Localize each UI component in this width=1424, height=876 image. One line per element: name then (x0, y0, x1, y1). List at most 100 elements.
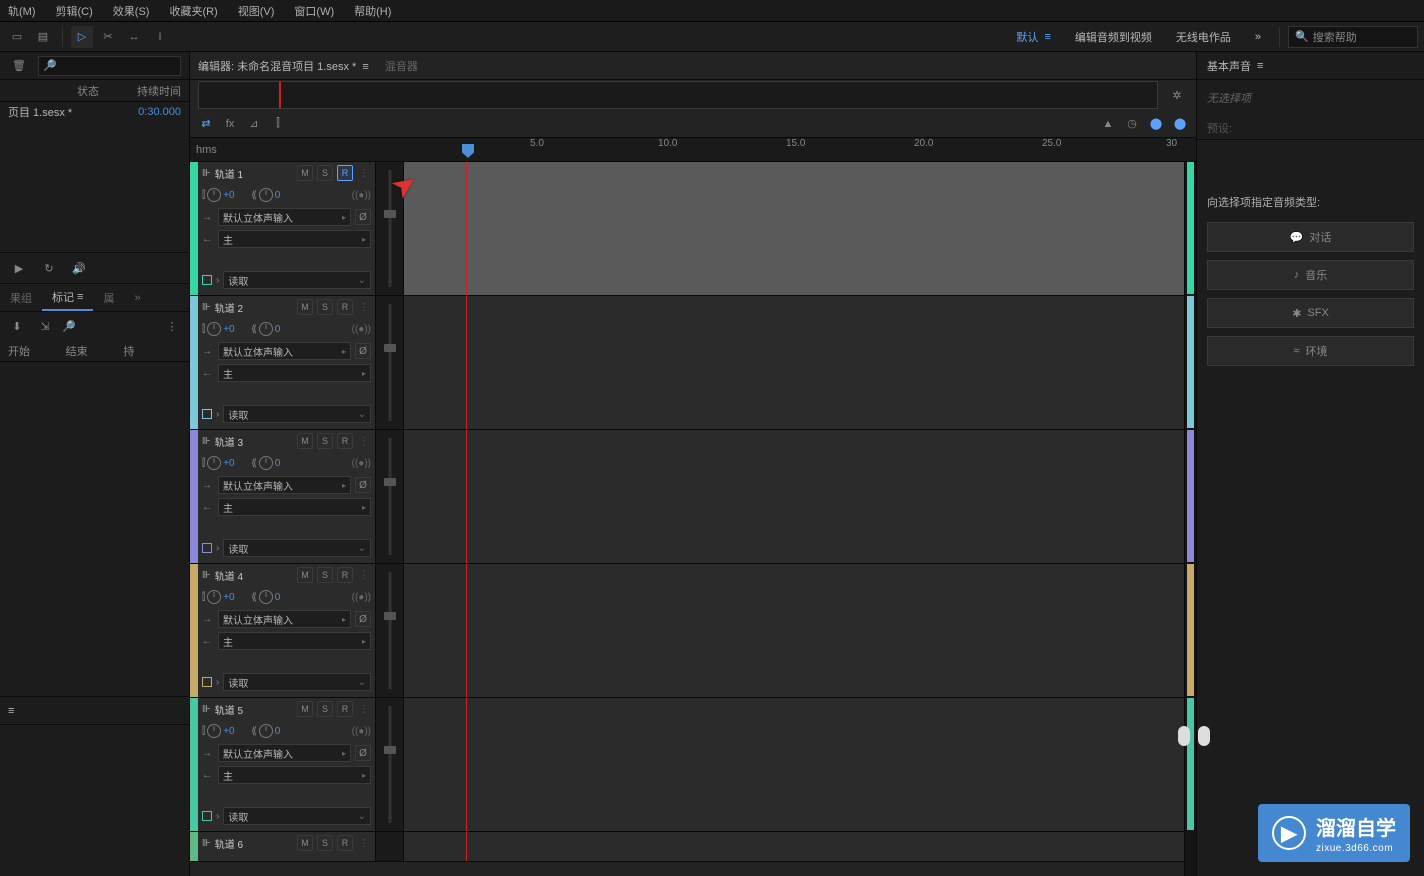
time-select-tool-button[interactable]: I (149, 26, 171, 48)
dialogue-button[interactable]: 💬对话 (1207, 222, 1414, 252)
add-marker-button[interactable]: ⬇ (6, 315, 28, 337)
track-lane[interactable] (404, 430, 1184, 563)
ruler-unit-label[interactable]: hms (196, 144, 217, 156)
playhead-handle[interactable] (462, 144, 474, 158)
fx-button[interactable]: fx (220, 114, 240, 134)
track-lane[interactable] (404, 832, 1184, 861)
monitor-button[interactable]: ((●)) (352, 190, 371, 201)
move-tool-button[interactable]: ▷ (71, 26, 93, 48)
solo-button[interactable]: S (317, 165, 333, 181)
output-select[interactable]: 主 (218, 230, 371, 248)
track-fader[interactable] (376, 162, 404, 295)
solo-button[interactable]: S (317, 433, 333, 449)
volume-knob[interactable] (207, 322, 221, 336)
mute-button[interactable]: M (297, 299, 313, 315)
clock-button[interactable]: ◷ (1122, 114, 1142, 134)
track-handle-icon[interactable]: ⊪ (202, 570, 211, 581)
pan-knob[interactable] (259, 590, 273, 604)
razor-tool-button[interactable]: ✂ (97, 26, 119, 48)
input-select[interactable]: 默认立体声输入 (218, 342, 351, 360)
workspace-tab-radio[interactable]: 无线电作品 (1166, 22, 1241, 52)
pan-knob[interactable] (259, 188, 273, 202)
track-name[interactable]: 轨道 5 (215, 702, 293, 717)
marker-action-button[interactable]: ⇲ (34, 315, 56, 337)
monitor-button[interactable]: ((●)) (352, 726, 371, 737)
tab-properties[interactable]: 属 (93, 284, 124, 311)
tab-more[interactable]: » (124, 284, 150, 311)
workspace-more-button[interactable]: » (1245, 22, 1271, 52)
track-lane[interactable] (404, 162, 1184, 295)
pan-knob[interactable] (259, 456, 273, 470)
track-fader[interactable] (376, 296, 404, 429)
loop-button[interactable]: ↻ (38, 257, 60, 279)
track-fader[interactable] (376, 564, 404, 697)
monitor-button[interactable]: ((●)) (352, 592, 371, 603)
pan-knob[interactable] (259, 724, 273, 738)
menu-item[interactable]: 收藏夹(R) (165, 1, 221, 21)
volume-knob[interactable] (207, 724, 221, 738)
volume-knob[interactable] (207, 590, 221, 604)
help-search-input[interactable]: 🔍搜索帮助 (1288, 26, 1418, 48)
ripple-button[interactable]: ⬤ (1146, 114, 1166, 134)
track-fader[interactable] (376, 832, 404, 861)
record-arm-button[interactable]: R (337, 299, 353, 315)
music-button[interactable]: ♪音乐 (1207, 260, 1414, 290)
panel-menu-icon[interactable]: ≡ (8, 705, 14, 717)
menu-item[interactable]: 轨(M) (4, 1, 40, 21)
menu-item[interactable]: 视图(V) (234, 1, 279, 21)
tab-markers[interactable]: 标记 ≡ (42, 284, 93, 311)
delete-icon[interactable]: 🗑 (8, 55, 30, 77)
track-lane[interactable] (404, 564, 1184, 697)
metronome-button[interactable]: ▲ (1098, 114, 1118, 134)
track-name[interactable]: 轨道 6 (215, 836, 293, 851)
markers-search-input[interactable]: 🔎 (62, 320, 155, 333)
menu-item[interactable]: 剪辑(C) (52, 1, 97, 21)
record-arm-button[interactable]: R (337, 433, 353, 449)
menu-item[interactable]: 窗口(W) (290, 1, 338, 21)
solo-button[interactable]: S (317, 701, 333, 717)
record-arm-button[interactable]: R (337, 165, 353, 181)
menu-item[interactable]: 效果(S) (109, 1, 154, 21)
track-handle-icon[interactable]: ⊪ (202, 704, 211, 715)
waveform-view-button[interactable]: ▭ (6, 26, 28, 48)
mute-button[interactable]: M (297, 701, 313, 717)
track-lane[interactable] (404, 296, 1184, 429)
solo-button[interactable]: S (317, 299, 333, 315)
volume-knob[interactable] (207, 456, 221, 470)
solo-button[interactable]: S (317, 567, 333, 583)
track-handle-icon[interactable]: ⊪ (202, 302, 211, 313)
mute-button[interactable]: M (297, 835, 313, 851)
monitor-button[interactable]: ((●)) (352, 458, 371, 469)
eq-button[interactable]: ⫿ (268, 114, 288, 134)
overview-navigator[interactable] (198, 81, 1158, 109)
slip-tool-button[interactable]: ↔ (123, 26, 145, 48)
file-row[interactable]: 页目 1.sesx * 0:30.000 (0, 102, 189, 122)
volume-icon[interactable]: 🔊 (68, 257, 90, 279)
phase-button[interactable]: Ø (355, 209, 371, 225)
phase-button[interactable]: Ø (355, 343, 371, 359)
mixer-tab[interactable]: 混音器 (385, 58, 418, 74)
record-arm-button[interactable]: R (337, 567, 353, 583)
output-select[interactable]: 主 (218, 632, 371, 650)
input-select[interactable]: 默认立体声输入 (218, 476, 351, 494)
monitor-button[interactable]: ((●)) (352, 324, 371, 335)
play-button[interactable]: ▶ (8, 257, 30, 279)
ambience-button[interactable]: ≈环境 (1207, 336, 1414, 366)
menu-item[interactable]: 帮助(H) (350, 1, 395, 21)
phase-button[interactable]: Ø (355, 611, 371, 627)
output-select[interactable]: 主 (218, 766, 371, 784)
input-select[interactable]: 默认立体声输入 (218, 744, 351, 762)
track-name[interactable]: 轨道 3 (215, 434, 293, 449)
filter-button[interactable]: ⋮ (161, 315, 183, 337)
files-search-input[interactable]: 🔎 (38, 56, 181, 76)
mute-button[interactable]: M (297, 165, 313, 181)
snap-button[interactable]: ⇄ (196, 114, 216, 134)
mute-button[interactable]: M (297, 433, 313, 449)
workspace-tab-default[interactable]: 默认 ≡ (1006, 22, 1061, 52)
input-select[interactable]: 默认立体声输入 (218, 610, 351, 628)
phase-button[interactable]: Ø (355, 477, 371, 493)
automation-mode-select[interactable]: 读取 (223, 807, 371, 825)
track-lane[interactable] (404, 698, 1184, 831)
track-fader[interactable] (376, 430, 404, 563)
track-fader[interactable] (376, 698, 404, 831)
